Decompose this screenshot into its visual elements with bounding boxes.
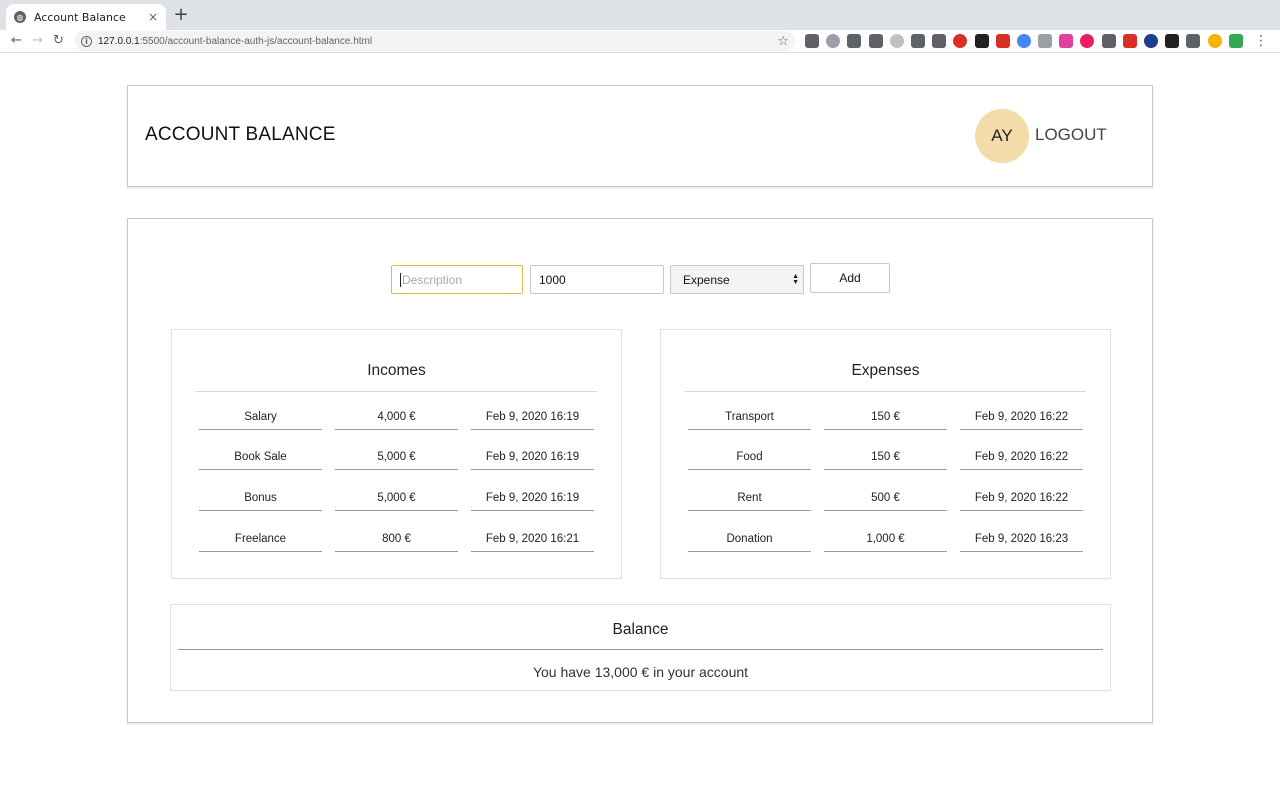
browser-menu-icon[interactable]: ⋮ [1254, 34, 1268, 48]
description-placeholder: Description [402, 272, 463, 287]
extension-icon[interactable] [1144, 34, 1158, 48]
income-description: Bonus [199, 489, 322, 511]
income-amount: 800 € [335, 530, 458, 552]
page-title: ACCOUNT BALANCE [145, 124, 336, 145]
income-row: Book Sale 5,000 € Feb 9, 2020 16:19 [199, 448, 594, 470]
header-card: ACCOUNT BALANCE AY LOGOUT [127, 85, 1153, 187]
extension-icon[interactable] [805, 34, 819, 48]
income-row: Salary 4,000 € Feb 9, 2020 16:19 [199, 408, 594, 430]
expense-amount: 150 € [824, 448, 947, 470]
expense-row: Transport 150 € Feb 9, 2020 16:22 [688, 408, 1083, 430]
expense-date: Feb 9, 2020 16:22 [960, 489, 1083, 511]
extension-icon[interactable] [889, 34, 904, 48]
expense-description: Rent [688, 489, 811, 511]
income-row: Bonus 5,000 € Feb 9, 2020 16:19 [199, 489, 594, 511]
select-arrows-icon: ▲ ▼ [792, 272, 799, 286]
back-icon[interactable]: ← [6, 31, 27, 51]
income-date: Feb 9, 2020 16:19 [471, 408, 594, 430]
extension-icon[interactable] [868, 34, 883, 48]
extension-icon[interactable] [1038, 34, 1053, 48]
info-icon[interactable]: i [81, 35, 92, 47]
divider [196, 391, 597, 392]
balance-text: You have 13,000 € in your account [532, 664, 749, 680]
globe-icon: ◍ [14, 11, 26, 23]
expenses-title: Expenses [851, 362, 920, 379]
expense-description: Food [688, 448, 811, 470]
reload-icon[interactable]: ↻ [48, 31, 69, 51]
forward-icon[interactable]: → [27, 31, 48, 51]
expense-amount: 1,000 € [824, 530, 947, 552]
description-input[interactable]: Description [391, 265, 523, 294]
page: ACCOUNT BALANCE AY LOGOUT Description 10… [0, 53, 1280, 800]
logout-link[interactable]: LOGOUT [1035, 125, 1107, 145]
income-date: Feb 9, 2020 16:19 [471, 448, 594, 470]
extensions-bar [805, 34, 1250, 48]
extension-icon[interactable] [1228, 34, 1243, 48]
balance-card: Balance You have 13,000 € in your accoun… [170, 604, 1111, 691]
expense-date: Feb 9, 2020 16:22 [960, 408, 1083, 430]
divider [178, 649, 1103, 650]
extension-icon[interactable] [1016, 34, 1031, 48]
amount-input[interactable]: 1000 [530, 265, 664, 294]
balance-title: Balance [612, 621, 669, 638]
expense-row: Donation 1,000 € Feb 9, 2020 16:23 [688, 530, 1083, 552]
extension-icon[interactable] [932, 34, 947, 48]
expense-date: Feb 9, 2020 16:22 [960, 448, 1083, 470]
text-caret [400, 272, 401, 287]
income-description: Salary [199, 408, 322, 430]
type-select-value: Expense [683, 272, 730, 287]
extension-icon[interactable] [1122, 34, 1137, 48]
income-date: Feb 9, 2020 16:19 [471, 489, 594, 511]
bookmark-star-icon[interactable]: ☆ [777, 34, 789, 49]
extension-icon[interactable] [1059, 34, 1074, 48]
incomes-panel: Incomes Salary 4,000 € Feb 9, 2020 16:19… [171, 329, 622, 579]
extension-icon[interactable] [953, 34, 968, 48]
expenses-panel: Expenses Transport 150 € Feb 9, 2020 16:… [660, 329, 1111, 579]
new-tab-button[interactable]: + [172, 5, 190, 25]
divider [685, 391, 1086, 392]
extension-icon[interactable] [826, 34, 841, 48]
extension-icon[interactable] [995, 34, 1010, 48]
expense-amount: 150 € [824, 408, 947, 430]
income-description: Freelance [199, 530, 322, 552]
browser-tab[interactable]: ◍ Account Balance × [6, 4, 166, 30]
tab-title: Account Balance [34, 10, 126, 24]
expense-row: Rent 500 € Feb 9, 2020 16:22 [688, 489, 1083, 511]
income-amount: 4,000 € [335, 408, 458, 430]
close-tab-icon[interactable]: × [148, 10, 158, 24]
extension-icon[interactable] [974, 34, 989, 48]
expense-description: Transport [688, 408, 811, 430]
url-path: :5500/account-balance-auth-js/account-ba… [139, 35, 373, 47]
income-amount: 5,000 € [335, 448, 458, 470]
browser-toolbar: ← → ↻ i 127.0.0.1 :5500/account-balance-… [0, 30, 1280, 53]
extension-icon[interactable] [1080, 34, 1095, 48]
expense-description: Donation [688, 530, 811, 552]
extension-icon[interactable] [1165, 34, 1180, 48]
income-amount: 5,000 € [335, 489, 458, 511]
income-row: Freelance 800 € Feb 9, 2020 16:21 [199, 530, 594, 552]
extension-icon[interactable] [1101, 34, 1116, 48]
extension-icon[interactable] [910, 34, 925, 48]
main-card: Description 1000 Expense ▲ ▼ Add Incomes … [127, 218, 1153, 723]
income-description: Book Sale [199, 448, 322, 470]
url-host: 127.0.0.1 [98, 35, 140, 47]
browser-tabstrip: ◍ Account Balance × + [0, 0, 1280, 30]
address-bar[interactable]: i 127.0.0.1 :5500/account-balance-auth-j… [75, 31, 795, 51]
extension-icon[interactable] [1207, 34, 1222, 48]
extension-icon[interactable] [1186, 34, 1201, 48]
expense-row: Food 150 € Feb 9, 2020 16:22 [688, 448, 1083, 470]
add-button[interactable]: Add [810, 263, 890, 293]
avatar: AY [975, 109, 1029, 163]
incomes-title: Incomes [367, 362, 426, 379]
extension-icon[interactable] [847, 34, 862, 48]
expense-date: Feb 9, 2020 16:23 [960, 530, 1083, 552]
type-select[interactable]: Expense ▲ ▼ [670, 265, 804, 294]
income-date: Feb 9, 2020 16:21 [471, 530, 594, 552]
expense-amount: 500 € [824, 489, 947, 511]
